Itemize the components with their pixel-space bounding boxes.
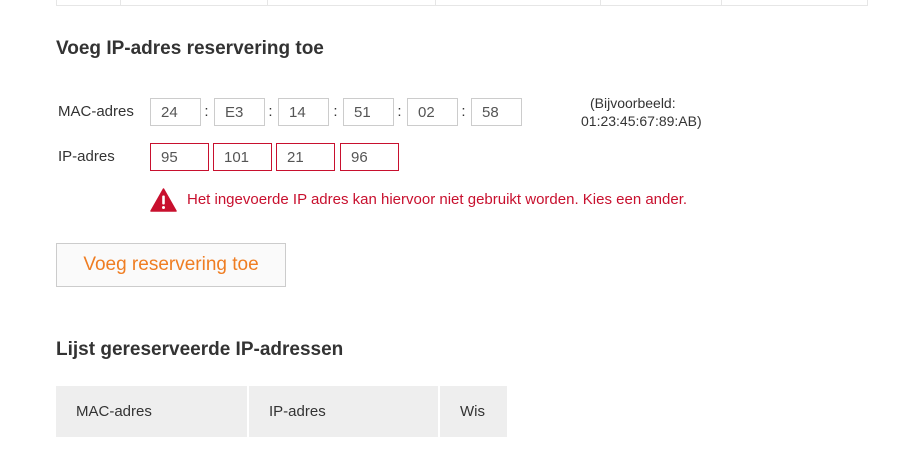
mac-octet-3-input[interactable]: [278, 98, 329, 126]
example-line-2: 01:23:45:67:89:AB): [581, 113, 702, 129]
ip-octet-4-input[interactable]: [340, 143, 399, 171]
table-divider: [267, 0, 268, 6]
mac-separator: :: [461, 103, 466, 120]
example-line-1: (Bijvoorbeeld:: [590, 95, 676, 111]
mac-separator: :: [397, 103, 402, 120]
column-header-mac: MAC-adres: [56, 386, 249, 437]
mac-separator: :: [333, 103, 338, 120]
mac-separator: :: [204, 103, 209, 120]
mac-format-example: (Bijvoorbeeld: 01:23:45:67:89:AB): [581, 94, 702, 130]
warning-triangle-icon: [150, 188, 177, 212]
ip-error-message: Het ingevoerde IP adres kan hiervoor nie…: [187, 191, 688, 208]
table-divider: [435, 0, 436, 6]
add-reservation-title: Voeg IP-adres reservering toe: [56, 38, 324, 59]
ip-address-label: IP-adres: [58, 148, 115, 165]
column-header-delete: Wis: [460, 403, 485, 420]
mac-octet-6-input[interactable]: [471, 98, 522, 126]
ip-octet-1-input[interactable]: [150, 143, 209, 171]
previous-table-bottom: [56, 0, 868, 6]
ip-octet-2-input[interactable]: [213, 143, 272, 171]
mac-octet-4-input[interactable]: [343, 98, 394, 126]
add-reservation-button[interactable]: Voeg reservering toe: [56, 243, 286, 287]
reserved-list-title: Lijst gereserveerde IP-adressen: [56, 339, 344, 360]
mac-octet-1-input[interactable]: [150, 98, 201, 126]
reserved-list-header: MAC-adres IP-adres Wis: [56, 386, 507, 437]
table-divider: [721, 0, 722, 6]
table-divider: [600, 0, 601, 6]
mac-separator: :: [268, 103, 273, 120]
mac-address-label: MAC-adres: [58, 103, 134, 120]
column-header-ip: IP-adres: [249, 386, 440, 437]
mac-octet-5-input[interactable]: [407, 98, 458, 126]
ip-octet-3-input[interactable]: [276, 143, 335, 171]
table-divider: [120, 0, 121, 6]
mac-octet-2-input[interactable]: [214, 98, 265, 126]
